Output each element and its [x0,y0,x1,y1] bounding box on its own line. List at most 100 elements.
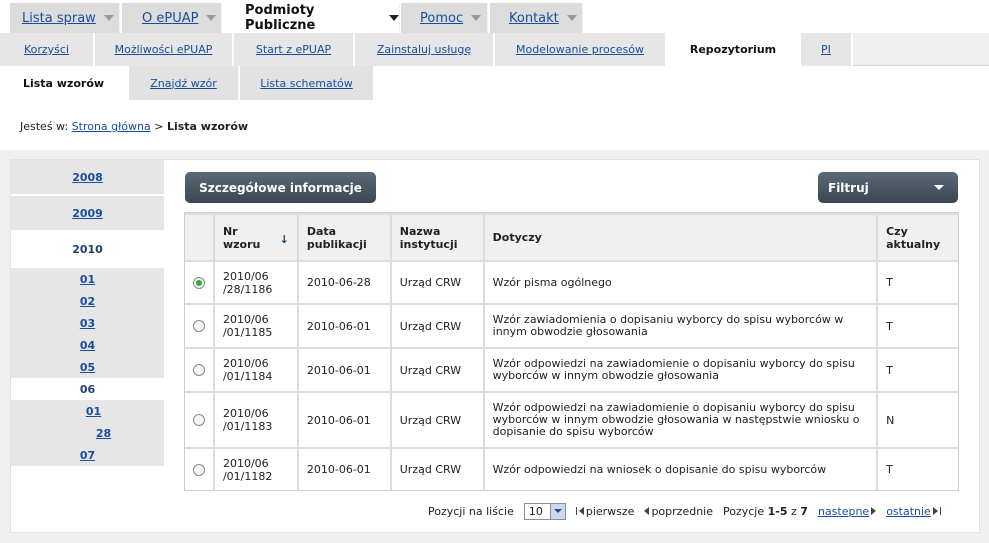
row-select-cell[interactable] [185,305,213,347]
month-item-03[interactable]: 03 [11,312,164,334]
row-nr-text: 2010/06 /01/1184 [222,357,273,383]
year-item-2008[interactable]: 2008 [11,160,164,196]
row-radio-button[interactable] [192,414,205,426]
range-total: 7 [800,504,808,518]
details-button[interactable]: Szczegółowe informacje [185,172,376,203]
header-date: Data publikacji [298,215,390,260]
month-item-06[interactable]: 06 [11,378,164,400]
row-subject: Wzór odpowiedzi na wniosek o dopisanie d… [484,449,877,490]
breadcrumb-prefix: Jesteś w: [20,120,69,133]
filter-button[interactable]: Filtruj [818,172,958,203]
breadcrumb-separator: > [154,120,164,133]
header-nr[interactable]: Nr wzoru ↓ [214,215,297,260]
day-link[interactable]: 01 [86,405,101,418]
subnav-tab-zainstaluj[interactable]: Zainstaluj usługę [355,33,495,66]
chevron-down-icon[interactable] [471,15,482,21]
month-link[interactable]: 05 [80,361,95,374]
day-item-28[interactable]: 28 [11,422,164,444]
tab-lista-wzorow[interactable]: Lista wzorów [0,66,129,100]
row-date: 2010-06-01 [298,349,390,391]
table-row[interactable]: 2010/06 /01/1185 2010-06-01 Urząd CRW Wz… [185,305,959,347]
chevron-down-icon[interactable] [206,15,217,21]
header-institution-label: Nazwa instytucji [399,224,458,251]
topnav-tab-podmioty-publiczne[interactable]: Podmioty Publiczne [225,3,400,33]
month-link[interactable]: 03 [80,317,95,330]
chevron-down-icon[interactable] [566,15,577,21]
next-page-icon[interactable] [871,507,877,515]
topnav-tab-lista-spraw[interactable]: Lista spraw [10,3,120,33]
table-row[interactable]: 2010/06 /01/1183 2010-06-01 Urząd CRW Wz… [185,393,959,447]
subnav-tab-modelowanie[interactable]: Modelowanie procesów [495,33,667,66]
row-select-cell[interactable] [185,262,213,303]
chevron-down-icon[interactable] [389,15,399,21]
day-link[interactable]: 28 [96,427,111,440]
last-page-icon[interactable] [932,507,938,515]
row-date: 2010-06-01 [298,393,390,447]
subnav-tab-mozliwosci[interactable]: Możliwości ePUAP [95,33,234,66]
last-page-icon-bar [939,507,941,515]
table-row[interactable]: 2010/06 /01/1184 2010-06-01 Urząd CRW Wz… [185,349,959,391]
day-item-01[interactable]: 01 [11,400,164,422]
year-label: 2010 [72,242,103,256]
subnav-tab-repozytorium[interactable]: Repozytorium [667,33,801,66]
last-page-link[interactable]: ostatnie [886,505,941,518]
row-select-cell[interactable] [185,449,213,490]
topnav-tab-kontakt[interactable]: Kontakt [490,3,583,33]
tab-znajdz-wzor[interactable]: Znajdź wzór [129,66,240,100]
month-link[interactable]: 04 [80,339,95,352]
last-page-label[interactable]: ostatnie [886,505,931,518]
per-page-select[interactable]: 10 [523,502,566,520]
dropdown-arrow-icon[interactable] [549,503,565,519]
repository-navigation: Lista wzorów Znajdź wzór Lista schematów [0,66,989,100]
year-menu: 2008 2009 2010 01 02 03 04 05 06 01 28 0… [11,160,164,466]
row-radio-button[interactable] [192,463,205,476]
month-link[interactable]: 02 [80,295,95,308]
month-item-07[interactable]: 07 [11,444,164,466]
subnav-tab-korzysci[interactable]: Korzyści [0,33,95,66]
table-header-row: Nr wzoru ↓ Data publikacji Nazwa instytu… [185,215,959,260]
row-subject: Wzór pisma ogólnego [484,262,877,303]
row-date: 2010-06-01 [298,449,390,490]
per-page-label: Pozycji na liście [428,504,514,518]
chevron-down-icon[interactable] [103,15,114,21]
tab-lista-schematow[interactable]: Lista schematów [240,66,375,100]
header-current: Czy aktualny [878,215,959,260]
row-current: T [878,449,959,490]
next-page-label[interactable]: nastepne [818,505,869,518]
row-radio-button[interactable] [192,276,205,289]
next-page-link[interactable]: nastepne [818,505,877,518]
year-link[interactable]: 2009 [72,207,103,220]
year-item-2009[interactable]: 2009 [11,196,164,232]
row-nr: 2010/06 /01/1183 [214,393,297,447]
sort-down-icon[interactable]: ↓ [280,233,289,246]
row-radio-button[interactable] [192,320,205,332]
topnav-tab-o-epuap[interactable]: O ePUAP [122,3,222,33]
table-row[interactable]: 2010/06 /01/1182 2010-06-01 Urząd CRW Wz… [185,449,959,490]
subnav-tab-start[interactable]: Start z ePUAP [234,33,355,66]
first-page-link[interactable]: pierwsze [575,505,634,518]
row-nr-text: 2010/06 /01/1182 [222,456,273,483]
month-item-04[interactable]: 04 [11,334,164,356]
header-date-label: Data publikacji [306,224,367,251]
top-navigation: Lista spraw O ePUAP Podmioty Publiczne P… [0,0,989,33]
year-item-2010[interactable]: 2010 [11,232,164,268]
table-row[interactable]: 2010/06 /28/1186 2010-06-28 Urząd CRW Wz… [185,262,959,303]
row-subject: Wzór odpowiedzi na zawiadomienie o dopis… [484,393,877,447]
subnav-tab-pi[interactable]: PI [801,33,853,66]
month-link[interactable]: 07 [80,449,95,462]
topnav-tab-pomoc[interactable]: Pomoc [401,3,488,33]
row-radio-button[interactable] [192,364,205,376]
prev-page-link[interactable]: poprzednie [644,505,713,518]
breadcrumb-home-link[interactable]: Strona główna [72,120,151,133]
month-item-01[interactable]: 01 [11,268,164,290]
month-item-02[interactable]: 02 [11,290,164,312]
chevron-down-icon [934,185,944,190]
row-select-cell[interactable] [185,393,213,447]
year-link[interactable]: 2008 [72,171,103,184]
row-current: T [878,305,959,347]
month-item-05[interactable]: 05 [11,356,164,378]
month-link[interactable]: 01 [80,273,95,286]
row-select-cell[interactable] [185,349,213,391]
row-subject: Wzór odpowiedzi na zawiadomienie o dopis… [484,349,877,391]
row-current: T [878,262,959,303]
